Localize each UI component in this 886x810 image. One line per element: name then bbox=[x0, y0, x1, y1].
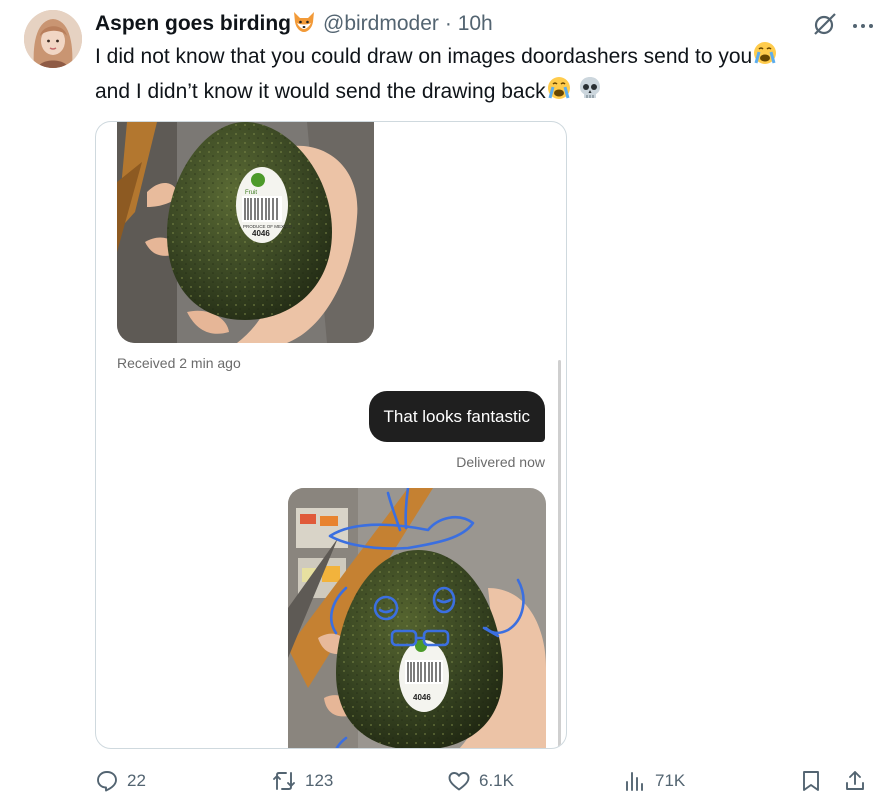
views-button[interactable]: 71K bbox=[623, 762, 685, 800]
crying-face-icon bbox=[546, 75, 572, 110]
like-count: 6.1K bbox=[479, 771, 514, 790]
repost-button[interactable]: 123 bbox=[271, 762, 333, 800]
sticker-brand: Fruit bbox=[245, 190, 257, 196]
more-options-icon[interactable] bbox=[852, 18, 874, 36]
repost-count: 123 bbox=[305, 771, 334, 790]
repost-icon bbox=[271, 769, 297, 793]
media-card[interactable]: Fruit PRODUCE OF MEXICO 4046 Received 2 … bbox=[95, 121, 567, 749]
like-button[interactable]: 6.1K bbox=[447, 762, 514, 800]
share-button[interactable] bbox=[843, 762, 867, 800]
tweet-text-line-1: I did not know that you could draw on im… bbox=[95, 45, 753, 69]
avatar[interactable] bbox=[24, 10, 82, 68]
tweet-text: I did not know that you could draw on im… bbox=[95, 40, 875, 110]
sticker-code: 4046 bbox=[252, 229, 270, 238]
action-bar: 22 123 6.1K 71K bbox=[95, 762, 875, 800]
sent-message-text: That looks fantastic bbox=[383, 406, 530, 426]
reply-button[interactable]: 22 bbox=[95, 762, 146, 800]
timestamp[interactable]: · 10h bbox=[445, 12, 493, 36]
skull-icon bbox=[577, 75, 603, 110]
fox-face-icon bbox=[291, 10, 317, 39]
author-handle[interactable]: @birdmoder bbox=[323, 12, 439, 36]
reply-icon bbox=[95, 769, 119, 793]
drawn-avocado-photo[interactable]: 4046 bbox=[288, 488, 546, 748]
author-name[interactable]: Aspen goes birding bbox=[95, 12, 291, 36]
crying-face-icon bbox=[752, 40, 778, 75]
sent-message-bubble: That looks fantastic bbox=[368, 391, 545, 442]
received-timestamp: Received 2 min ago bbox=[117, 355, 241, 371]
share-icon bbox=[843, 769, 867, 793]
bookmark-button[interactable] bbox=[799, 762, 823, 800]
analytics-icon bbox=[623, 769, 647, 793]
heart-icon bbox=[447, 769, 471, 793]
views-count: 71K bbox=[655, 771, 686, 790]
sticker-code-2: 4046 bbox=[413, 693, 431, 702]
delivered-status: Delivered now bbox=[456, 454, 545, 470]
received-avocado-photo[interactable]: Fruit PRODUCE OF MEXICO 4046 bbox=[117, 122, 374, 343]
reply-count: 22 bbox=[127, 771, 146, 790]
tweet-header: Aspen goes birding @birdmoder · 10h bbox=[95, 9, 874, 39]
bookmark-icon bbox=[799, 769, 823, 793]
grok-icon[interactable] bbox=[812, 11, 838, 42]
tweet-text-line-2: and I didn’t know it would send the draw… bbox=[95, 80, 546, 104]
scrollbar[interactable] bbox=[558, 360, 561, 748]
